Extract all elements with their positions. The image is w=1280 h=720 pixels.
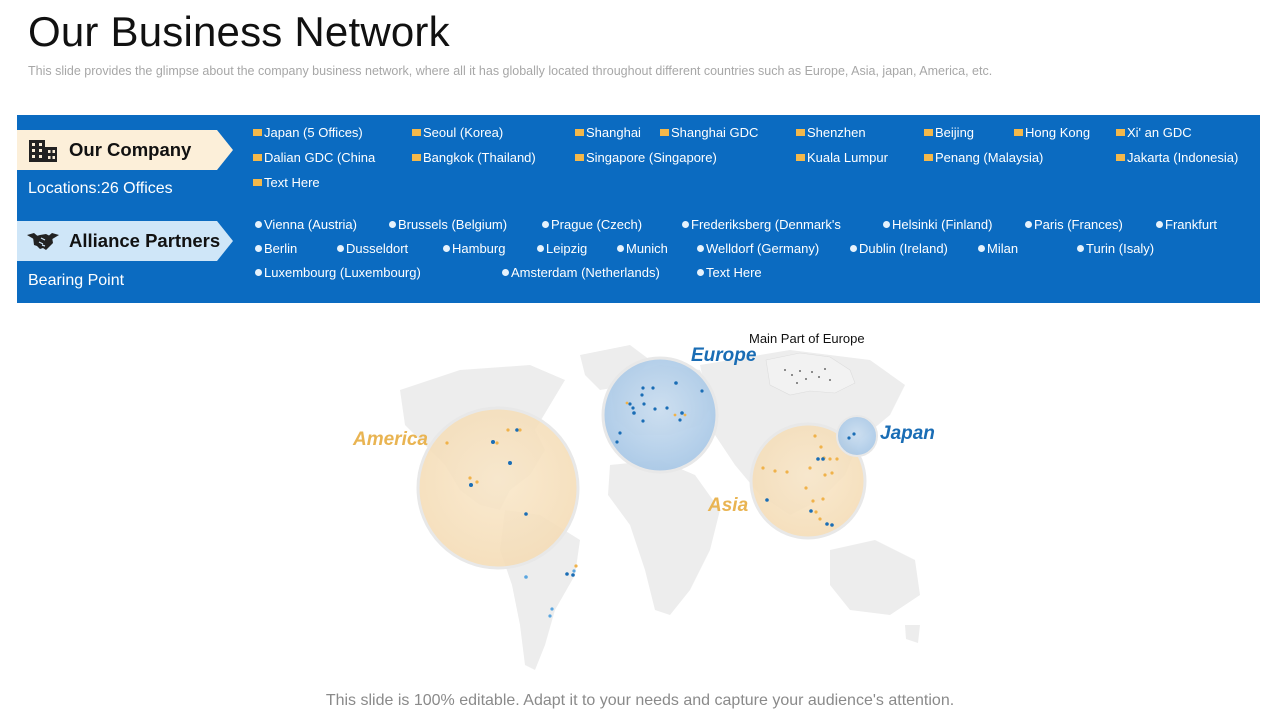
america-bubble	[416, 406, 580, 570]
partner-location: Brussels (Belgium)	[389, 217, 507, 232]
partner-location: Frederiksberg (Denmark's	[682, 217, 841, 232]
office-marker-icon	[1116, 129, 1125, 136]
partner-marker-icon	[255, 221, 262, 228]
europe-label: Europe	[691, 345, 757, 366]
alliance-partners-label: Alliance Partners	[69, 230, 221, 251]
our-company-label: Our Company	[69, 139, 192, 160]
partner-location: Milan	[978, 241, 1018, 256]
partner-location: Vienna (Austria)	[255, 217, 357, 232]
office-marker-icon	[660, 129, 669, 136]
office-marker-icon	[575, 154, 584, 161]
partner-marker-icon	[255, 245, 262, 252]
partner-location: Helsinki (Finland)	[883, 217, 992, 232]
company-location: Penang (Malaysia)	[924, 150, 1043, 165]
alliance-partners-tag: Alliance Partners	[17, 221, 233, 261]
partner-marker-icon	[850, 245, 857, 252]
partner-location: Munich	[617, 241, 668, 256]
partner-location: Amsterdam (Netherlands)	[502, 265, 660, 280]
company-location: Bangkok (Thailand)	[412, 150, 536, 165]
europe-inset-label: Main Part of Europe	[747, 331, 867, 346]
europe-bubble	[601, 356, 719, 474]
partner-location: Luxembourg (Luxembourg)	[255, 265, 421, 280]
page-subtitle: This slide provides the glimpse about th…	[28, 64, 993, 78]
world-map	[400, 345, 920, 670]
japan-bubble	[836, 415, 878, 457]
company-location: Text Here	[253, 175, 320, 190]
partner-marker-icon	[697, 269, 704, 276]
partner-marker-icon	[697, 245, 704, 252]
partner-marker-icon	[682, 221, 689, 228]
partner-location: Frankfurt	[1156, 217, 1217, 232]
partner-marker-icon	[1077, 245, 1084, 252]
partner-location: Welldorf (Germany)	[697, 241, 819, 256]
handshake-icon	[27, 227, 59, 255]
footer-note: This slide is 100% editable. Adapt it to…	[325, 692, 955, 709]
page-title: Our Business Network	[28, 8, 450, 55]
office-marker-icon	[412, 129, 421, 136]
office-marker-icon	[924, 154, 933, 161]
partner-marker-icon	[255, 269, 262, 276]
partner-location: Text Here	[697, 265, 762, 280]
america-label: America	[353, 429, 428, 450]
company-location: Shanghai GDC	[660, 125, 758, 140]
building-icon	[27, 136, 59, 164]
japan-label: Japan	[880, 423, 935, 444]
company-location: Hong Kong	[1014, 125, 1090, 140]
company-location: Shanghai	[575, 125, 641, 140]
company-location: Japan (5 Offices)	[253, 125, 363, 140]
partner-marker-icon	[389, 221, 396, 228]
office-marker-icon	[1116, 154, 1125, 161]
company-location: Xi' an GDC	[1116, 125, 1192, 140]
partner-location: Prague (Czech)	[542, 217, 642, 232]
partner-marker-icon	[537, 245, 544, 252]
partner-marker-icon	[542, 221, 549, 228]
company-location: Jakarta (Indonesia)	[1116, 150, 1238, 165]
company-locations-count: Locations:26 Offices	[28, 180, 173, 197]
partner-marker-icon	[502, 269, 509, 276]
company-location: Shenzhen	[796, 125, 866, 140]
asia-label: Asia	[708, 495, 749, 516]
company-location: Beijing	[924, 125, 974, 140]
partner-location: Berlin	[255, 241, 297, 256]
partner-location: Dusseldort	[337, 241, 408, 256]
company-location: Kuala Lumpur	[796, 150, 888, 165]
company-location: Dalian GDC (China	[253, 150, 375, 165]
office-marker-icon	[796, 129, 805, 136]
partner-location: Hamburg	[443, 241, 505, 256]
office-marker-icon	[253, 154, 262, 161]
office-marker-icon	[924, 129, 933, 136]
partner-marker-icon	[1025, 221, 1032, 228]
partner-location: Dublin (Ireland)	[850, 241, 948, 256]
partner-marker-icon	[337, 245, 344, 252]
office-marker-icon	[796, 154, 805, 161]
partner-note: Bearing Point	[28, 272, 125, 289]
office-marker-icon	[253, 179, 262, 186]
partner-location: Paris (Frances)	[1025, 217, 1123, 232]
partner-marker-icon	[883, 221, 890, 228]
office-marker-icon	[1014, 129, 1023, 136]
partner-location: Turin (Isaly)	[1077, 241, 1154, 256]
office-marker-icon	[412, 154, 421, 161]
partner-marker-icon	[1156, 221, 1163, 228]
office-marker-icon	[253, 129, 262, 136]
company-location: Seoul (Korea)	[412, 125, 503, 140]
partner-marker-icon	[443, 245, 450, 252]
our-company-tag: Our Company	[17, 130, 233, 170]
partner-location: Leipzig	[537, 241, 587, 256]
company-location: Singapore (Singapore)	[575, 150, 717, 165]
office-marker-icon	[575, 129, 584, 136]
partner-marker-icon	[978, 245, 985, 252]
partner-marker-icon	[617, 245, 624, 252]
